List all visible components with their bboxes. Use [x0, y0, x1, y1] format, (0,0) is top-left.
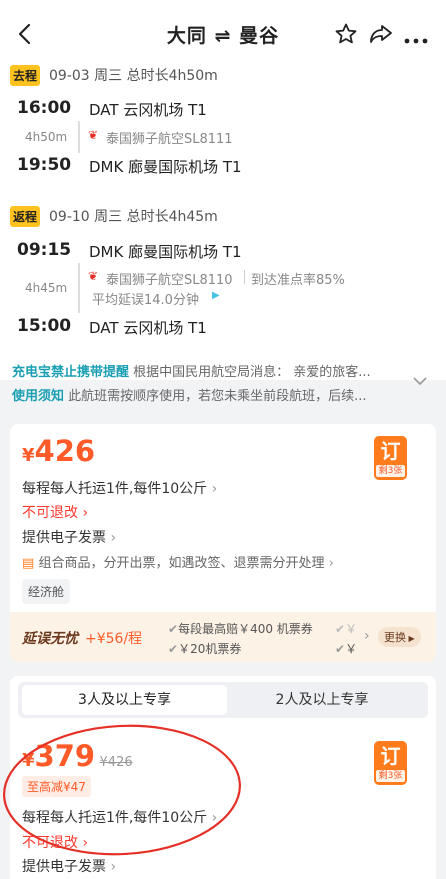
outbound-summary: 09-03 周三 总时长4h50m	[49, 68, 218, 84]
airline-logo-icon: ❦	[88, 128, 99, 142]
document-icon: ▤	[22, 556, 35, 571]
notice-title: 充电宝禁止携带提醒	[12, 365, 130, 380]
invoice-info[interactable]: 提供电子发票 ›	[22, 856, 116, 876]
notice-item[interactable]: 充电宝禁止携带提醒 根据中国民用航空局消息： 亲爱的旅客...	[12, 361, 412, 380]
refund-text: 不可退改	[22, 505, 78, 521]
book-button[interactable]: 订 剩3张	[374, 741, 407, 785]
refund-info[interactable]: 不可退改 ›	[22, 502, 88, 522]
delay-insurance-title: 延误无忧	[22, 631, 78, 647]
outbound-arr-airport: DMK 廊曼国际机场 T1	[89, 158, 242, 176]
outbound-dep-time: 16:00	[17, 98, 72, 118]
combo-text: 组合商品，分开出票，如遇改签、退票需分开处理	[38, 556, 325, 571]
share-icon[interactable]	[368, 22, 394, 46]
tab-3-people[interactable]: 3人及以上专享	[22, 685, 227, 715]
price-value: 426	[34, 434, 96, 468]
combo-info[interactable]: ▤ 组合商品，分开出票，如遇改签、退票需分开处理 ›	[22, 552, 334, 571]
notice-text: 根据中国民用航空局消息： 亲爱的旅客...	[133, 365, 371, 380]
airline-logo-icon: ❦	[88, 269, 99, 283]
benefit-item: ✔每段最高赔￥400 机票券	[168, 622, 313, 636]
return-summary: 09-10 周三 总时长4h45m	[49, 209, 218, 225]
benefit-item: ✔￥	[335, 622, 358, 636]
chevron-down-icon[interactable]	[412, 375, 428, 387]
tab-2-people[interactable]: 2人及以上专享	[222, 685, 422, 715]
return-delay: 平均延误14.0分钟	[92, 293, 199, 308]
benefit-text: ￥	[345, 622, 358, 636]
tab-label: 3人及以上专享	[78, 692, 171, 708]
benefit-text: ￥20机票券	[178, 642, 242, 656]
tab-label: 2人及以上专享	[275, 692, 369, 708]
star-icon[interactable]	[334, 22, 358, 46]
book-label: 订	[380, 439, 401, 463]
return-duration: 4h45m	[25, 281, 68, 295]
notice-item[interactable]: 使用须知 此航班需按顺序使用，若您未乘坐前段航班，后续...	[12, 385, 412, 404]
chevron-right-icon: ›	[364, 628, 370, 644]
book-button[interactable]: 订 剩3张	[374, 436, 407, 480]
return-arr-time: 15:00	[17, 316, 72, 336]
baggage-text: 每程每人托运1件,每件10公斤	[22, 481, 208, 497]
offer-price: ¥426	[22, 434, 95, 468]
return-route-line	[78, 263, 80, 313]
return-ontime: 到达准点率85%	[251, 273, 345, 288]
more-icon[interactable]	[404, 32, 428, 44]
return-dep-airport: DMK 廊曼国际机场 T1	[89, 243, 242, 261]
outbound-airline: 泰国狮子航空SL8111	[106, 132, 233, 147]
outbound-duration: 4h50m	[25, 130, 68, 144]
return-airline: 泰国狮子航空SL8110	[106, 273, 233, 288]
invoice-info[interactable]: 提供电子发票 ›	[22, 527, 116, 547]
return-tag: 返程	[10, 206, 41, 227]
baggage-info[interactable]: 每程每人托运1件,每件10公斤 ›	[22, 478, 217, 498]
currency-symbol: ¥	[22, 445, 35, 466]
notice-title: 使用须知	[12, 389, 65, 404]
remain-badge: 剩3张	[376, 465, 405, 477]
outbound-route-line	[78, 121, 80, 153]
annotation-ellipse	[0, 718, 250, 858]
delay-insurance-price: +¥56/程	[85, 631, 143, 647]
outbound-tag: 去程	[10, 65, 41, 86]
return-arr-airport: DAT 云冈机场 T1	[89, 319, 207, 337]
benefit-text: ￥	[345, 642, 358, 656]
change-button[interactable]: 更换 ▶	[378, 627, 421, 647]
cabin-badge: 经济舱	[22, 579, 71, 604]
invoice-text: 提供电子发票	[22, 530, 106, 546]
remain-badge: 剩3张	[376, 770, 405, 782]
notice-text: 此航班需按顺序使用，若您未乘坐前段航班，后续...	[68, 389, 367, 404]
outbound-arr-time: 19:50	[17, 155, 72, 175]
separator	[244, 270, 245, 284]
outbound-dep-airport: DAT 云冈机场 T1	[89, 101, 207, 119]
invoice-text: 提供电子发票	[22, 859, 106, 875]
book-label: 订	[380, 744, 401, 768]
benefit-item: ✔￥20机票券	[168, 642, 242, 656]
benefit-text: 每段最高赔￥400 机票券	[178, 622, 313, 636]
play-icon: ▶	[212, 290, 220, 301]
return-dep-time: 09:15	[17, 240, 72, 260]
change-label: 更换	[384, 631, 406, 644]
benefit-item: ✔￥	[335, 642, 358, 656]
